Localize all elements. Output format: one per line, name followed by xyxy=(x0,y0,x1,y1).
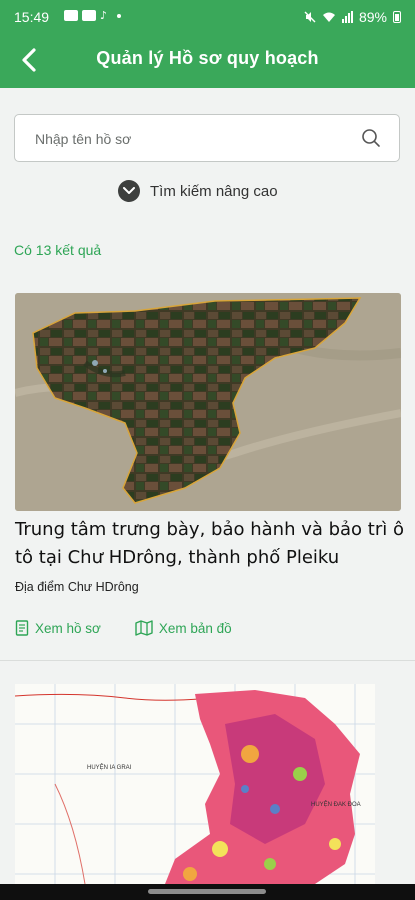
card-divider xyxy=(0,660,415,661)
view-profile-label: Xem hồ sơ xyxy=(35,620,101,636)
battery-icon xyxy=(393,11,401,23)
view-map-button[interactable]: Xem bản đồ xyxy=(135,620,232,636)
satellite-map-image xyxy=(15,293,401,511)
card-actions: Xem hồ sơ Xem bản đồ xyxy=(15,620,266,636)
card-thumbnail-satellite[interactable] xyxy=(15,293,401,511)
wifi-icon xyxy=(322,12,335,22)
notification-icons: ♪ xyxy=(64,9,122,22)
page-title: Quản lý Hồ sơ quy hoạch xyxy=(96,48,319,68)
map-label-left: HUYỆN IA GRAI xyxy=(87,763,132,771)
card-title[interactable]: Trung tâm trưng bày, bảo hành và bảo trì… xyxy=(15,516,405,572)
location-label: Địa điểm xyxy=(15,580,65,594)
chevron-down-icon xyxy=(118,180,140,202)
app-bar: Quản lý Hồ sơ quy hoạch xyxy=(0,34,415,88)
system-nav-bar xyxy=(0,884,415,900)
map-label-right: HUYỆN ĐAK ĐOA xyxy=(311,800,361,808)
search-box[interactable] xyxy=(14,114,400,162)
mute-icon xyxy=(304,11,316,23)
chat-icon xyxy=(82,10,96,21)
search-input[interactable] xyxy=(33,127,357,151)
battery-text: 89% xyxy=(358,9,387,25)
status-bar: 15:49 ♪ 89% xyxy=(0,0,415,34)
view-profile-button[interactable]: Xem hồ sơ xyxy=(15,620,101,636)
map-icon xyxy=(135,620,153,636)
advanced-search-label: Tìm kiếm nâng cao xyxy=(150,182,278,200)
document-icon xyxy=(15,620,29,636)
home-gesture-handle[interactable] xyxy=(148,889,266,894)
view-map-label: Xem bản đồ xyxy=(158,620,232,636)
card-location: Địa điểm Chư HDrông xyxy=(15,580,139,594)
search-icon[interactable] xyxy=(361,128,381,148)
card-thumbnail-planning-map[interactable]: HUYỆN IA GRAI HUYỆN ĐAK ĐOA xyxy=(15,684,375,884)
tiktok-icon: ♪ xyxy=(100,9,108,22)
signal-icon xyxy=(341,11,353,23)
location-value: Chư HDrông xyxy=(67,580,139,594)
planning-map-image: HUYỆN IA GRAI HUYỆN ĐAK ĐOA xyxy=(15,684,375,884)
message-icon xyxy=(64,10,78,21)
status-right: 89% xyxy=(304,9,401,25)
result-count: Có 13 kết quả xyxy=(14,242,102,258)
status-time: 15:49 xyxy=(14,9,50,25)
advanced-search-toggle[interactable]: Tìm kiếm nâng cao xyxy=(118,180,278,202)
more-notifications-icon xyxy=(117,13,122,18)
